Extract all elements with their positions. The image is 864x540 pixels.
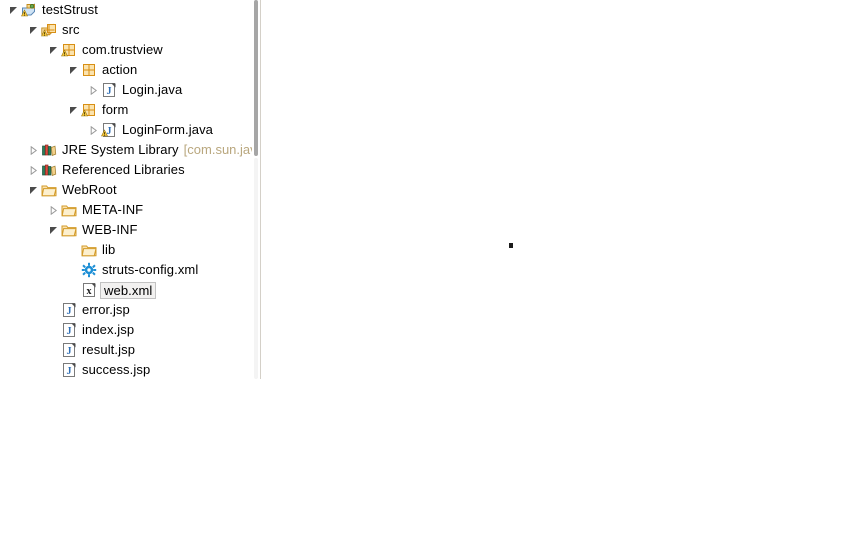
folder-icon [60,202,78,218]
tree-row[interactable]: src [0,20,260,40]
tree-row-label[interactable]: success.jsp [81,360,151,379]
svg-text:x: x [87,286,92,297]
tree-row-label[interactable]: form [101,100,129,120]
tree-row[interactable]: Jresult.jsp [0,340,260,360]
folder-icon [40,182,58,198]
tree-row-label[interactable]: com.trustview [81,40,164,60]
tree-row[interactable]: Jerror.jsp [0,300,260,320]
tree-row[interactable]: lib [0,240,260,260]
tree-row[interactable]: META-INF [0,200,260,220]
tree-row-label[interactable]: WebRoot [61,180,118,200]
tree-row-label[interactable]: web.xml [100,281,157,299]
scrollbar-track[interactable] [254,158,258,379]
chevron-down-icon[interactable] [7,0,20,20]
scrollbar-thumb[interactable] [254,0,258,156]
chevron-right-icon[interactable] [87,80,100,100]
tree-row[interactable]: struts-config.xml [0,260,260,280]
tree-row-sublabel: [com.sun.java.j [183,142,260,157]
cursor-dot [509,243,513,248]
svg-text:J: J [67,366,72,377]
tree-row[interactable]: Jsuccess.jsp [0,360,260,379]
tree-row-label[interactable]: index.jsp [81,320,135,340]
tree-row-label[interactable]: testStrust [41,0,99,20]
library-icon [40,162,58,178]
svg-text:J: J [67,326,72,337]
package-warning-icon [80,102,98,118]
chevron-down-icon[interactable] [67,60,80,80]
chevron-down-icon[interactable] [27,180,40,200]
jsp-file-icon: J [60,322,78,338]
tree-row[interactable]: WEB-INF [0,220,260,240]
tree-row-label[interactable]: lib [101,240,116,260]
tree-row-label[interactable]: action [101,60,138,80]
tree-row[interactable]: testStrust [0,0,260,20]
tree-row-label[interactable]: Login.java [121,80,183,100]
java-project-icon [20,2,38,18]
xml-file-icon: x [80,282,98,298]
folder-icon [60,222,78,238]
chevron-down-icon[interactable] [47,220,60,240]
java-file-warning-icon: J [100,122,118,138]
tree-row[interactable]: JRE System Library[com.sun.java.j [0,140,260,160]
tree-row[interactable]: J Login.java [0,80,260,100]
tree-row-label[interactable]: Referenced Libraries [61,160,186,180]
svg-text:J: J [67,306,72,317]
tree-row-label[interactable]: result.jsp [81,340,136,360]
tree-row-label[interactable]: META-INF [81,200,144,220]
project-tree[interactable]: testStrust src com.trustview action J Login.j… [0,0,260,379]
jsp-file-icon: J [60,302,78,318]
tree-row[interactable]: form [0,100,260,120]
tree-row[interactable]: action [0,60,260,80]
chevron-right-icon[interactable] [47,200,60,220]
tree-row[interactable]: Jindex.jsp [0,320,260,340]
tree-row-label[interactable]: LoginForm.java [121,120,214,140]
tree-row[interactable]: Referenced Libraries [0,160,260,180]
chevron-down-icon[interactable] [27,20,40,40]
svg-text:J: J [67,346,72,357]
tree-row[interactable]: x web.xml [0,280,260,300]
chevron-right-icon[interactable] [27,160,40,180]
tree-row-label[interactable]: struts-config.xml [101,260,199,280]
jsp-file-icon: J [60,342,78,358]
java-file-icon: J [100,82,118,98]
tree-row-label[interactable]: src [61,20,81,40]
tree-row-label[interactable]: JRE System Library [61,140,180,160]
tree-row[interactable]: WebRoot [0,180,260,200]
vertical-scrollbar[interactable] [252,0,260,379]
tree-row-label[interactable]: error.jsp [81,300,131,320]
svg-text:J: J [107,86,112,97]
package-explorer-panel[interactable]: testStrust src com.trustview action J Login.j… [0,0,261,379]
jsp-file-icon: J [60,362,78,378]
package-warning-icon [60,42,78,58]
chevron-down-icon[interactable] [67,100,80,120]
tree-row[interactable]: J LoginForm.java [0,120,260,140]
chevron-down-icon[interactable] [47,40,60,60]
package-icon [80,62,98,78]
library-icon [40,142,58,158]
source-folder-icon [40,22,58,38]
chevron-right-icon[interactable] [87,120,100,140]
tree-row-label[interactable]: WEB-INF [81,220,139,240]
tree-row[interactable]: com.trustview [0,40,260,60]
chevron-right-icon[interactable] [27,140,40,160]
struts-config-icon [80,262,98,278]
folder-icon [80,242,98,258]
